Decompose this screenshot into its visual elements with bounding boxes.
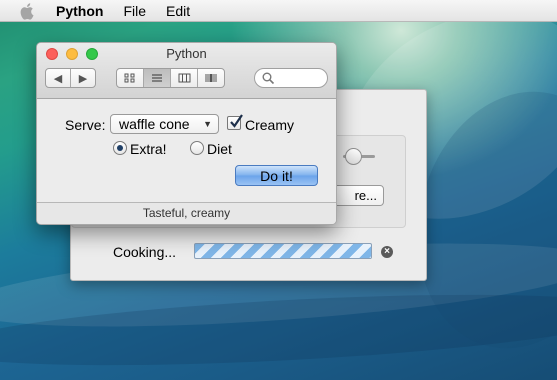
progress-label: Cooking... [113,244,177,260]
serve-popup-value: waffle cone [119,116,190,132]
wallpaper-wave [0,281,557,379]
more-button[interactable]: re... [329,185,384,206]
slider-knob[interactable] [345,148,362,165]
title-bar[interactable]: Python ◀ ▶ [37,43,336,99]
serve-label: Serve: [65,117,106,133]
window-title: Python [166,46,207,61]
back-arrow-icon[interactable]: ◀ [46,69,71,87]
checkmark-icon [230,114,243,128]
progress-bar [194,243,372,259]
edit-menu[interactable]: Edit [166,3,190,19]
apple-logo-icon[interactable] [20,2,36,20]
popup-arrow-icon: ▼ [203,119,212,129]
main-window[interactable]: Python ◀ ▶ Serve: waffle cone ▼ Creamy E… [36,42,337,225]
list-view-icon[interactable] [144,69,171,87]
forward-arrow-icon[interactable]: ▶ [71,69,95,87]
coverflow-view-icon[interactable] [198,69,224,87]
diet-radio[interactable] [190,141,204,155]
extra-radio[interactable] [113,141,127,155]
app-menu[interactable]: Python [56,3,103,19]
creamy-label: Creamy [245,117,295,133]
diet-radio-label: Diet [207,141,232,157]
view-segmented-control [116,68,225,88]
status-bar: Tasteful, creamy [37,202,336,224]
column-view-icon[interactable] [171,69,198,87]
search-field[interactable] [254,68,328,88]
icon-view-icon[interactable] [117,69,144,87]
cancel-icon[interactable]: × [381,246,393,258]
navigation-segmented-control: ◀ ▶ [45,68,96,88]
search-icon [262,72,275,85]
creamy-checkbox[interactable] [227,114,243,130]
extra-radio-label: Extra! [130,141,167,157]
serve-popup-button[interactable]: waffle cone ▼ [110,114,219,134]
radio-selected-dot [117,145,123,151]
menu-bar: Python File Edit [0,0,557,22]
do-it-button[interactable]: Do it! [235,165,318,186]
file-menu[interactable]: File [123,3,146,19]
